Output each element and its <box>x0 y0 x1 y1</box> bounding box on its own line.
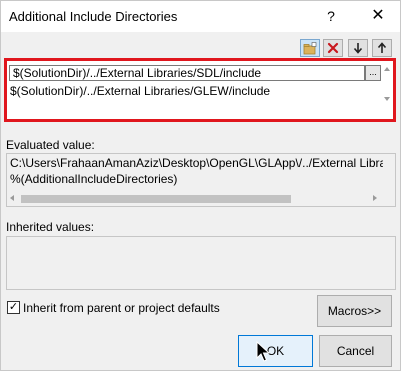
browse-button[interactable]: ... <box>365 65 381 81</box>
inherit-checkbox[interactable]: ✓ <box>7 301 20 314</box>
new-line-button[interactable] <box>300 39 320 57</box>
list-content: $(SolutionDir)/../External Libraries/SDL… <box>9 63 393 117</box>
scroll-up-arrow-icon[interactable] <box>384 67 390 71</box>
horizontal-scroll-thumb[interactable] <box>21 195 291 203</box>
scroll-right-arrow-icon[interactable] <box>373 195 377 201</box>
delete-x-icon <box>327 42 339 54</box>
move-up-arrow-icon <box>377 42 387 53</box>
list-item[interactable]: $(SolutionDir)/../External Libraries/GLE… <box>9 83 270 99</box>
delete-line-button[interactable] <box>323 39 343 57</box>
evaluated-horizontal-scrollbar[interactable] <box>7 193 383 205</box>
inherited-values-label: Inherited values: <box>6 220 95 234</box>
move-down-button[interactable] <box>348 39 368 57</box>
evaluated-value-box: C:\Users\FrahaanAmanAziz\Desktop\OpenGL\… <box>6 153 396 207</box>
dialog-title: Additional Include Directories <box>9 9 178 24</box>
list-vertical-scrollbar[interactable] <box>382 63 393 117</box>
help-button[interactable]: ? <box>318 5 344 27</box>
additional-include-directories-dialog: Additional Include Directories ? ✕ $(Sol… <box>0 0 401 371</box>
evaluated-value-label: Evaluated value: <box>6 138 95 152</box>
inherited-values-box <box>6 236 396 290</box>
inherit-checkbox-label[interactable]: Inherit from parent or project defaults <box>23 301 220 315</box>
move-down-arrow-icon <box>353 43 363 54</box>
mouse-pointer-icon <box>256 341 270 362</box>
evaluated-vertical-scrollbar[interactable] <box>383 154 395 206</box>
scroll-down-arrow-icon[interactable] <box>384 97 390 101</box>
macros-button[interactable]: Macros>> <box>317 295 392 327</box>
list-item-edit[interactable]: $(SolutionDir)/../External Libraries/SDL… <box>9 65 365 81</box>
include-directories-list[interactable]: $(SolutionDir)/../External Libraries/SDL… <box>4 58 396 122</box>
evaluated-line: C:\Users\FrahaanAmanAziz\Desktop\OpenGL\… <box>10 156 387 170</box>
ok-button[interactable]: OK <box>238 335 313 367</box>
evaluated-line: %(AdditionalIncludeDirectories) <box>10 172 178 186</box>
cancel-button[interactable]: Cancel <box>319 335 392 367</box>
title-bar: Additional Include Directories ? ✕ <box>1 1 400 32</box>
new-line-folder-icon <box>303 41 317 54</box>
close-button[interactable]: ✕ <box>365 5 391 27</box>
scroll-left-arrow-icon[interactable] <box>10 195 14 201</box>
move-up-button[interactable] <box>372 39 392 57</box>
